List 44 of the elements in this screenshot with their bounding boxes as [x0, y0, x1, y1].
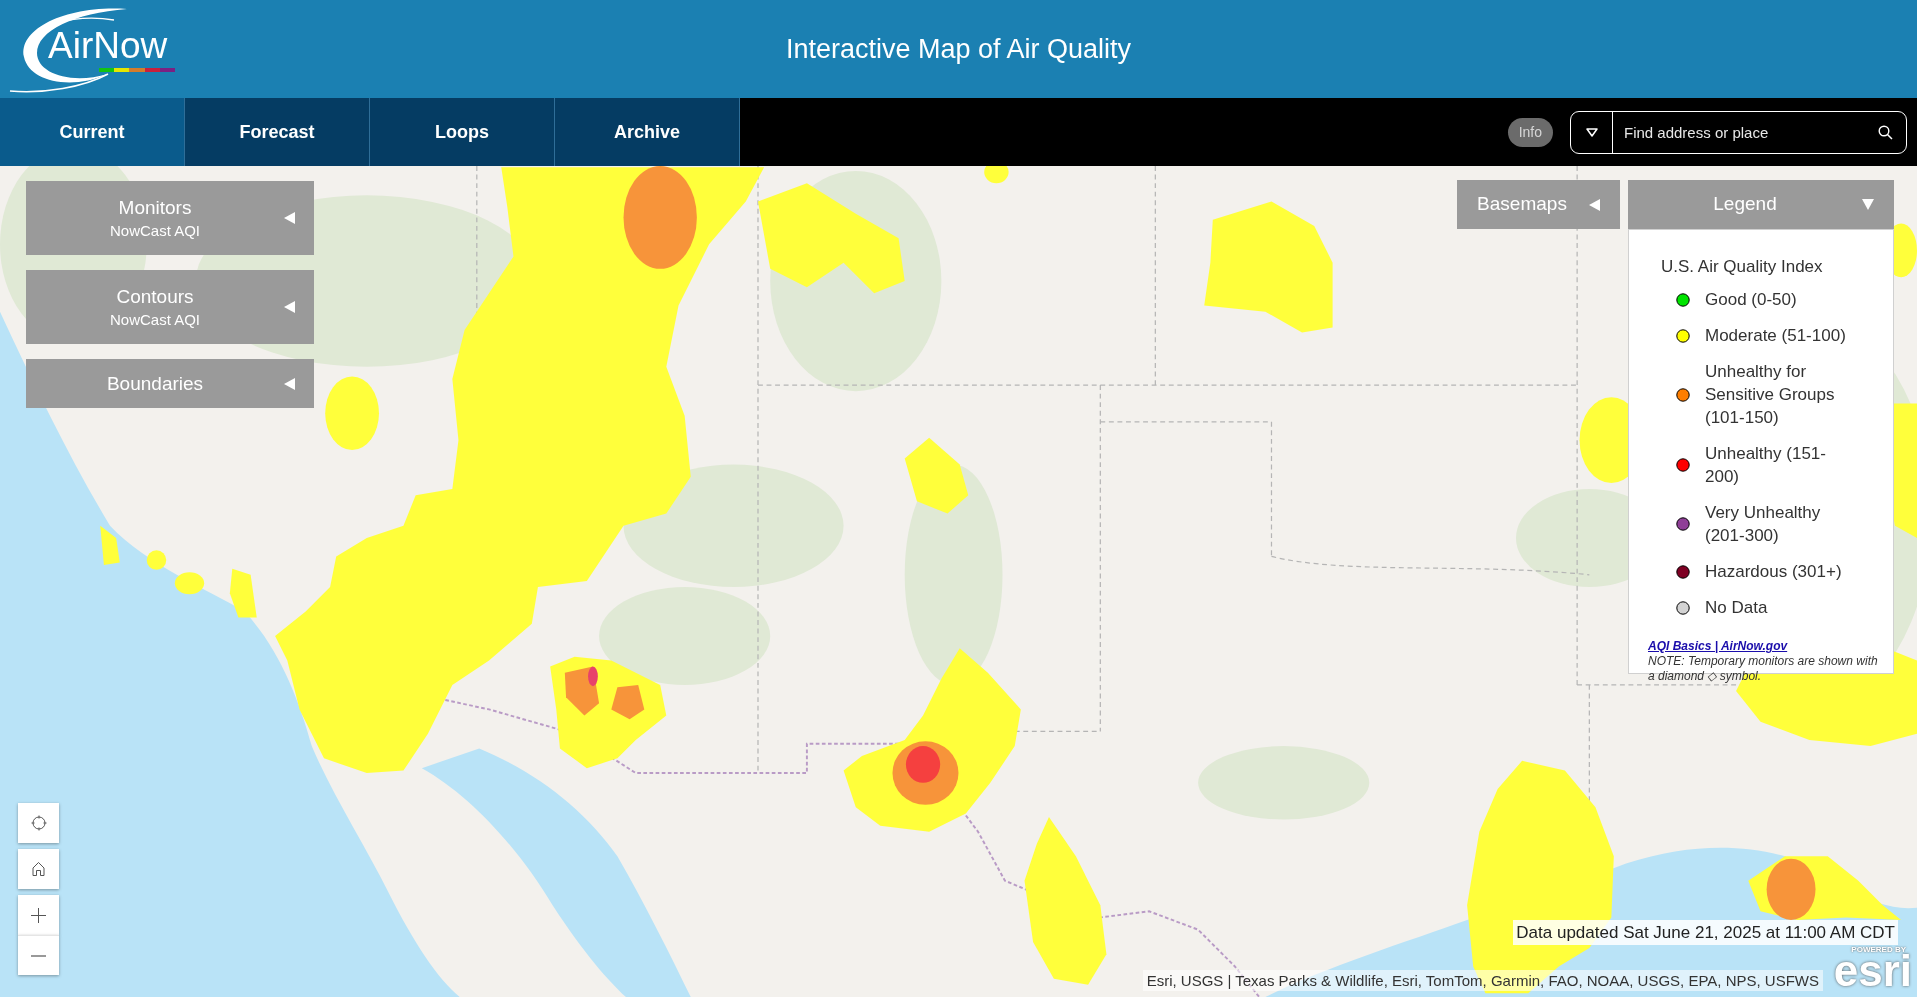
air-quality-area [984, 166, 1009, 184]
attribution-text: Esri, USGS | Texas Parks & Wildlife, Esri, TomTom, Garmin, FAO, NOAA, USGS, EPA, NPS, USFWS [1142, 970, 1823, 991]
legend-label: Unhealthy for Sensitive Groups (101-150) [1705, 361, 1836, 429]
locate-button[interactable] [18, 803, 59, 843]
air-quality-area [905, 746, 941, 783]
aqi-basics-link[interactable]: AQI Basics | AirNow.gov [1648, 639, 1788, 654]
caret-icon [1585, 127, 1598, 137]
legend-label: Very Unhealthy (201-300) [1705, 502, 1822, 547]
air-quality-area [1766, 858, 1816, 920]
legend-label: Unhealthy (151-200) [1705, 443, 1827, 488]
legend-note: NOTE: Temporary monitors are shown with a diamond ◇ symbol. [1648, 654, 1879, 684]
data-updated-label: Data updated Sat June 21, 2025 at 11:00 AM CDT [1513, 920, 1898, 945]
page-title: Interactive Map of Air Quality [785, 32, 1132, 66]
color-stripe-icon [99, 68, 175, 72]
search-input[interactable]: Find address or place [1613, 111, 1878, 153]
layer-panel-button[interactable]: Contours NowCast AQI [26, 270, 314, 344]
logo-text: AirNow [48, 26, 168, 66]
air-quality-area [146, 550, 167, 570]
legend-heading: U.S. Air Quality Index [1660, 256, 1824, 278]
info-button[interactable]: Info [1507, 117, 1553, 147]
legend-label: No Data [1705, 597, 1769, 619]
air-quality-area [100, 525, 120, 565]
home-button[interactable] [18, 849, 59, 889]
air-quality-area [174, 572, 205, 595]
legend-label: Good (0-50) [1705, 289, 1798, 311]
layer-panel-button[interactable]: Monitors NowCast AQI [26, 181, 314, 255]
esri-logo-text: esri [1833, 954, 1912, 988]
search-icon[interactable] [1878, 124, 1893, 140]
nav-tab[interactable]: Forecast [185, 98, 370, 166]
nav-tab[interactable]: Archive [555, 98, 740, 166]
basemaps-button[interactable]: Basemaps [1457, 180, 1620, 229]
minus-icon [31, 954, 46, 957]
layer-panel-button[interactable]: Boundaries [26, 359, 314, 408]
legend-toggle-button[interactable]: Legend [1628, 180, 1894, 229]
powered-by-label: POWERED BY [1851, 945, 1906, 954]
air-quality-area [229, 568, 257, 618]
home-icon [32, 862, 45, 876]
nav-tab[interactable]: Current [0, 98, 185, 166]
nav-tab[interactable]: Loops [370, 98, 555, 166]
search-field[interactable]: Find address or place [1570, 110, 1907, 154]
plus-icon [31, 907, 46, 923]
legend-label: Moderate (51-100) [1705, 325, 1847, 347]
legend-label: Hazardous (301+) [1705, 561, 1843, 583]
crosshair-icon [30, 815, 47, 831]
